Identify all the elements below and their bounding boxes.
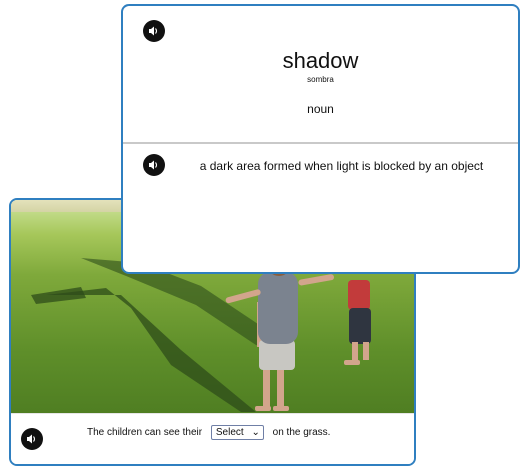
select-value: Select (215, 427, 244, 438)
sentence-bar: The children can see their Select ⌄ on t… (11, 413, 414, 464)
sentence-after: on the grass. (272, 427, 331, 439)
chevron-down-icon: ⌄ (251, 427, 260, 438)
definition-card: shadow sombra noun a dark area formed wh… (121, 4, 520, 274)
word-translation: sombra (307, 75, 334, 84)
speaker-icon (149, 160, 158, 170)
word-title: shadow (282, 48, 359, 73)
part-of-speech: noun (307, 102, 334, 116)
speaker-icon (27, 434, 36, 444)
word-select-dropdown[interactable]: Select ⌄ (210, 425, 264, 440)
speaker-icon (149, 26, 158, 36)
sentence-audio-button[interactable] (21, 428, 43, 450)
definition-audio-button[interactable] (143, 154, 165, 176)
sentence-text: The children can see their Select ⌄ on t… (87, 425, 330, 440)
divider (123, 142, 518, 144)
definition-text: a dark area formed when light is blocked… (199, 159, 484, 173)
sentence-before: The children can see their (87, 427, 203, 439)
word-audio-button[interactable] (143, 20, 165, 42)
